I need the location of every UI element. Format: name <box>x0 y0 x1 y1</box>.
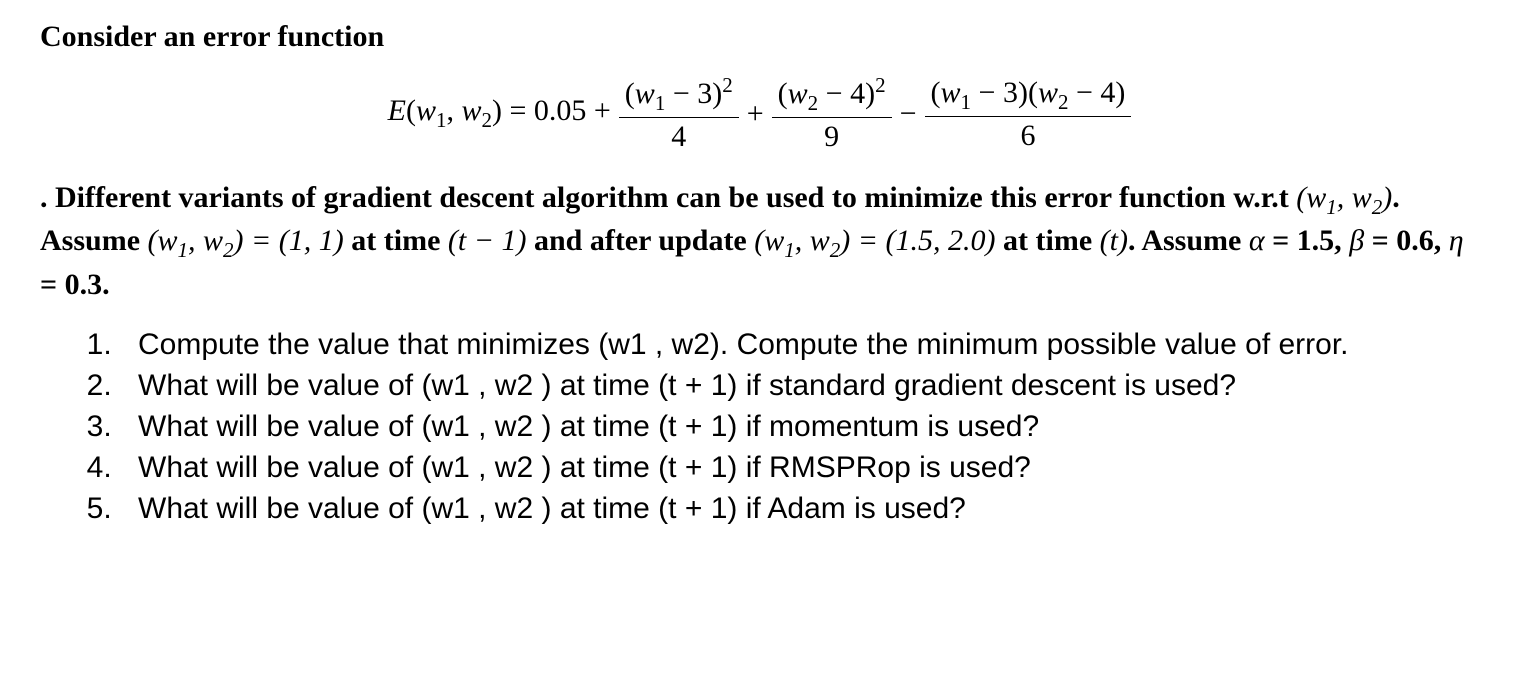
error-equation: E(w1, w2) = 0.05 + (w1 − 3)2 4 + (w2 − 4… <box>40 74 1479 153</box>
list-item: What will be value of (w1 , w2 ) at time… <box>120 366 1479 405</box>
list-item: What will be value of (w1 , w2 ) at time… <box>120 448 1479 487</box>
heading-text: Consider an error function <box>40 20 1479 54</box>
fraction-term-3: (w1 − 3)(w2 − 4) 6 <box>925 76 1132 152</box>
list-item: What will be value of (w1 , w2 ) at time… <box>120 489 1479 528</box>
problem-description: . Different variants of gradient descent… <box>40 178 1479 305</box>
fraction-term-1: (w1 − 3)2 4 <box>619 74 739 153</box>
question-list: Compute the value that minimizes (w1 , w… <box>40 325 1479 528</box>
fraction-term-2: (w2 − 4)2 9 <box>772 74 892 153</box>
list-item: What will be value of (w1 , w2 ) at time… <box>120 407 1479 446</box>
list-item: Compute the value that minimizes (w1 , w… <box>120 325 1479 364</box>
